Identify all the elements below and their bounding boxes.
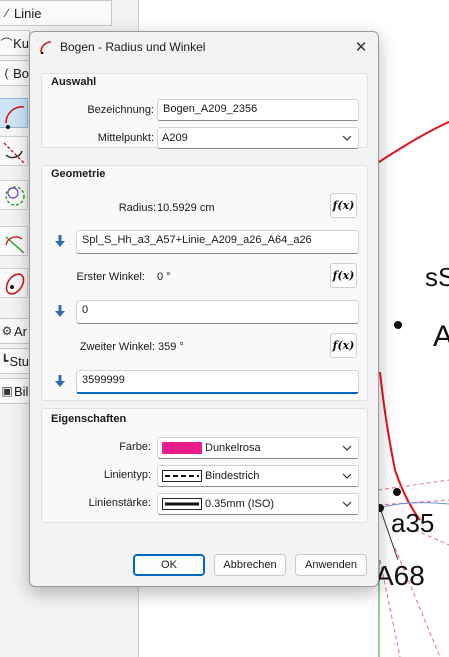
arc-circle-icon — [5, 186, 25, 206]
arc-radius-tool-button[interactable] — [0, 98, 28, 129]
color-swatch — [162, 442, 202, 454]
linienstaerke-label: Linienstärke: — [88, 497, 151, 509]
tool-bild-button[interactable]: ▣ Bil — [0, 378, 30, 404]
erster-winkel-label: Erster Winkel: — [76, 271, 145, 283]
canvas-label-a35: a35 — [391, 508, 435, 538]
tool-ar-button[interactable]: ⚙ Ar — [0, 318, 30, 344]
dialog-title: Bogen - Radius und Winkel — [60, 40, 206, 54]
zweiter-winkel-value: 359 ° — [158, 341, 184, 353]
chevron-down-icon — [342, 501, 352, 507]
line-tool-icon: ∕ — [5, 6, 8, 20]
arc-icon — [40, 41, 52, 54]
chevron-down-icon — [342, 473, 352, 479]
tool-linie-button[interactable]: ∕ Linie — [0, 0, 112, 26]
group-title-geometrie: Geometrie — [51, 168, 106, 180]
chevron-down-icon — [342, 135, 352, 141]
dash-line-icon — [162, 470, 202, 482]
farbe-select[interactable]: Dunkelrosa — [157, 437, 359, 459]
canvas-label-a68: A68 — [375, 560, 425, 591]
arc-tangent-tool-button[interactable] — [0, 136, 28, 166]
function-icon: f(x) — [332, 339, 355, 352]
linienstaerke-select[interactable]: 0.35mm (ISO) — [157, 493, 359, 515]
arc-radius-angle-dialog: Bogen - Radius und Winkel ✕ Auswahl Beze… — [29, 31, 379, 587]
function-icon: f(x) — [332, 269, 355, 282]
arrow-down-icon — [55, 375, 65, 387]
radius-label: Radius: — [118, 202, 156, 214]
structure-icon: ┗ — [1, 354, 9, 368]
erster-winkel-formula-button[interactable]: f(x) — [330, 263, 357, 288]
tool-label: Linie — [14, 5, 42, 21]
linientyp-select[interactable]: Bindestrich — [157, 465, 359, 487]
arc-oval-icon — [5, 273, 25, 295]
zweiter-winkel-expression-field[interactable]: 3599999 — [76, 370, 359, 394]
arrow-down-icon — [55, 305, 65, 317]
gear-icon: ⚙ — [1, 324, 13, 338]
linientyp-value: Bindestrich — [205, 470, 260, 482]
tool-stu-button[interactable]: ┗ Stu — [0, 348, 30, 374]
bezeichnung-field[interactable]: Bogen_A209_2356 — [157, 99, 359, 121]
curve-tool-icon: ⌒ — [0, 36, 13, 51]
arc-tool-icon: ( — [4, 66, 9, 80]
radius-value: 10.5929 cm — [157, 202, 215, 214]
zweiter-winkel-label: Zweiter Winkel: — [79, 341, 155, 353]
erster-winkel-value: 0 ° — [157, 271, 171, 283]
arc-circle-tool-button[interactable] — [0, 180, 28, 210]
group-title-auswahl: Auswahl — [51, 76, 97, 88]
function-icon: f(x) — [332, 199, 355, 212]
arc-radius-icon — [5, 106, 25, 129]
close-button[interactable]: ✕ — [350, 36, 372, 58]
arc-elliptic-icon — [5, 236, 25, 254]
tool-label: Stu — [9, 353, 29, 369]
radius-expression-field[interactable]: Spl_S_Hh_a3_A57+Linie_A209_a26_A64_a26 — [76, 230, 359, 254]
arc-oval-tool-button[interactable] — [0, 268, 28, 298]
mittelpunkt-value: A209 — [162, 132, 188, 144]
farbe-label: Farbe: — [119, 441, 151, 453]
canvas-label-a: A — [433, 320, 449, 353]
canvas-label-s: sS — [425, 262, 449, 292]
anwenden-button[interactable]: Anwenden — [295, 554, 367, 576]
radius-formula-button[interactable]: f(x) — [330, 193, 357, 218]
auswahl-group: Auswahl Bezeichnung: Bogen_A209_2356 Mit… — [41, 73, 368, 149]
group-title-eigenschaften: Eigenschaften — [51, 413, 127, 425]
ok-button[interactable]: OK — [133, 554, 205, 576]
eigenschaften-group: Eigenschaften Farbe: Dunkelrosa Linienty… — [41, 408, 368, 523]
mittelpunkt-select[interactable]: A209 — [157, 127, 359, 149]
arc-tangent-icon — [3, 142, 25, 164]
close-icon: ✕ — [354, 39, 368, 56]
chevron-down-icon — [342, 445, 352, 451]
tool-bogen-button[interactable]: ( Bo — [0, 60, 30, 86]
linienstaerke-value: 0.35mm (ISO) — [205, 498, 275, 510]
bezeichnung-label: Bezeichnung: — [87, 104, 154, 116]
tool-label: Ku — [13, 35, 29, 51]
line-weight-icon — [162, 498, 202, 510]
geometrie-group: Geometrie Radius: 10.5929 cm f(x) Spl_S_… — [41, 165, 368, 401]
tool-label: Bo — [13, 65, 29, 81]
erster-winkel-expression-field[interactable]: 0 — [76, 300, 359, 324]
tool-label: Ar — [14, 323, 27, 339]
mittelpunkt-label: Mittelpunkt: — [97, 132, 154, 144]
zweiter-winkel-formula-button[interactable]: f(x) — [330, 333, 357, 358]
tool-label: Bil — [14, 383, 29, 399]
farbe-value: Dunkelrosa — [205, 442, 261, 454]
dialog-titlebar[interactable]: Bogen - Radius und Winkel ✕ — [30, 32, 378, 62]
image-icon: ▣ — [1, 384, 13, 398]
linientyp-label: Linientyp: — [103, 469, 151, 481]
tool-kurve-button[interactable]: ⌒ Ku — [0, 30, 30, 56]
arrow-down-icon — [55, 235, 65, 247]
arc-elliptic-tool-button[interactable] — [0, 226, 28, 256]
abbrechen-button[interactable]: Abbrechen — [214, 554, 286, 576]
